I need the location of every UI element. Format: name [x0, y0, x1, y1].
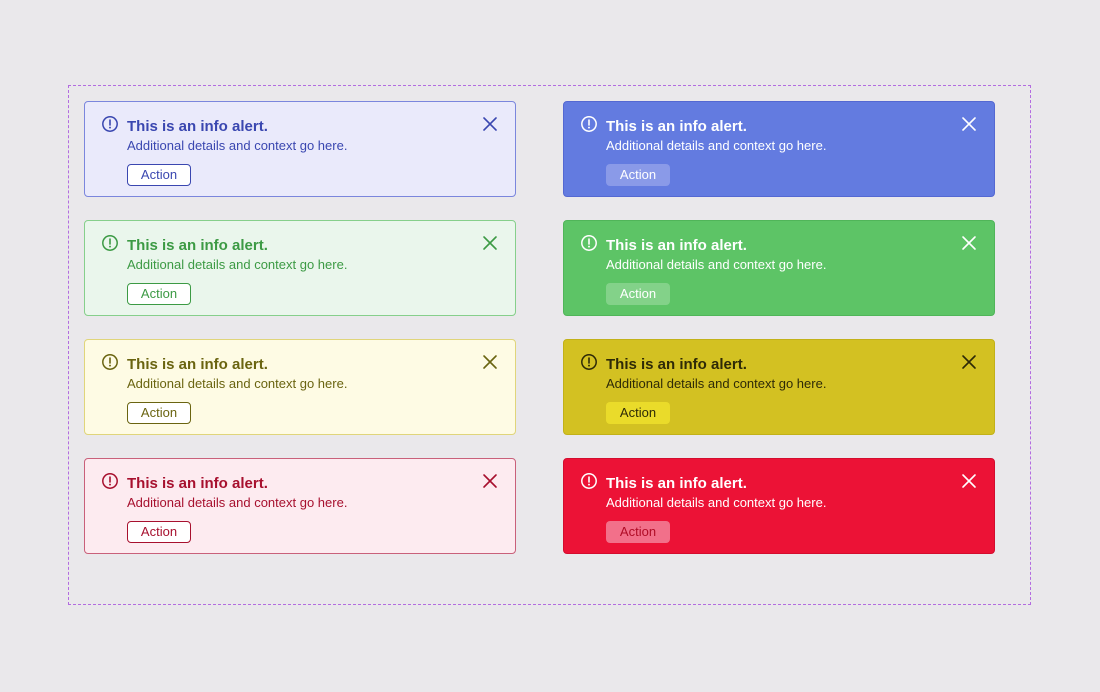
alert-success-light: This is an info alert. Additional detail… [84, 220, 516, 316]
alert-description: Additional details and context go here. [606, 138, 827, 153]
alert-title: This is an info alert. [606, 237, 747, 254]
close-icon[interactable] [481, 234, 499, 252]
alert-description: Additional details and context go here. [606, 376, 827, 391]
exclamation-circle-icon [580, 353, 598, 371]
close-icon[interactable] [960, 234, 978, 252]
action-button[interactable]: Action [606, 283, 670, 305]
alert-warning-solid: This is an info alert. Additional detail… [563, 339, 995, 435]
alert-description: Additional details and context go here. [127, 257, 348, 272]
alert-title: This is an info alert. [127, 356, 268, 373]
action-button[interactable]: Action [127, 283, 191, 305]
alert-title: This is an info alert. [606, 356, 747, 373]
action-button[interactable]: Action [127, 402, 191, 424]
alert-warning-light: This is an info alert. Additional detail… [84, 339, 516, 435]
alert-info-solid: This is an info alert. Additional detail… [563, 101, 995, 197]
alert-title: This is an info alert. [127, 475, 268, 492]
alert-description: Additional details and context go here. [606, 257, 827, 272]
close-icon[interactable] [481, 472, 499, 490]
alert-title: This is an info alert. [606, 475, 747, 492]
close-icon[interactable] [960, 115, 978, 133]
exclamation-circle-icon [101, 353, 119, 371]
alert-description: Additional details and context go here. [127, 376, 348, 391]
alert-description: Additional details and context go here. [127, 495, 348, 510]
alert-title: This is an info alert. [127, 237, 268, 254]
exclamation-circle-icon [101, 472, 119, 490]
close-icon[interactable] [960, 353, 978, 371]
exclamation-circle-icon [101, 234, 119, 252]
action-button[interactable]: Action [127, 164, 191, 186]
exclamation-circle-icon [101, 115, 119, 133]
action-button[interactable]: Action [606, 164, 670, 186]
alert-danger-light: This is an info alert. Additional detail… [84, 458, 516, 554]
action-button[interactable]: Action [606, 521, 670, 543]
exclamation-circle-icon [580, 115, 598, 133]
close-icon[interactable] [481, 353, 499, 371]
action-button[interactable]: Action [606, 402, 670, 424]
close-icon[interactable] [481, 115, 499, 133]
alert-description: Additional details and context go here. [606, 495, 827, 510]
alert-description: Additional details and context go here. [127, 138, 348, 153]
alert-title: This is an info alert. [606, 118, 747, 135]
close-icon[interactable] [960, 472, 978, 490]
action-button[interactable]: Action [127, 521, 191, 543]
exclamation-circle-icon [580, 234, 598, 252]
alert-title: This is an info alert. [127, 118, 268, 135]
alert-danger-solid: This is an info alert. Additional detail… [563, 458, 995, 554]
alert-success-solid: This is an info alert. Additional detail… [563, 220, 995, 316]
exclamation-circle-icon [580, 472, 598, 490]
alert-info-light: This is an info alert. Additional detail… [84, 101, 516, 197]
